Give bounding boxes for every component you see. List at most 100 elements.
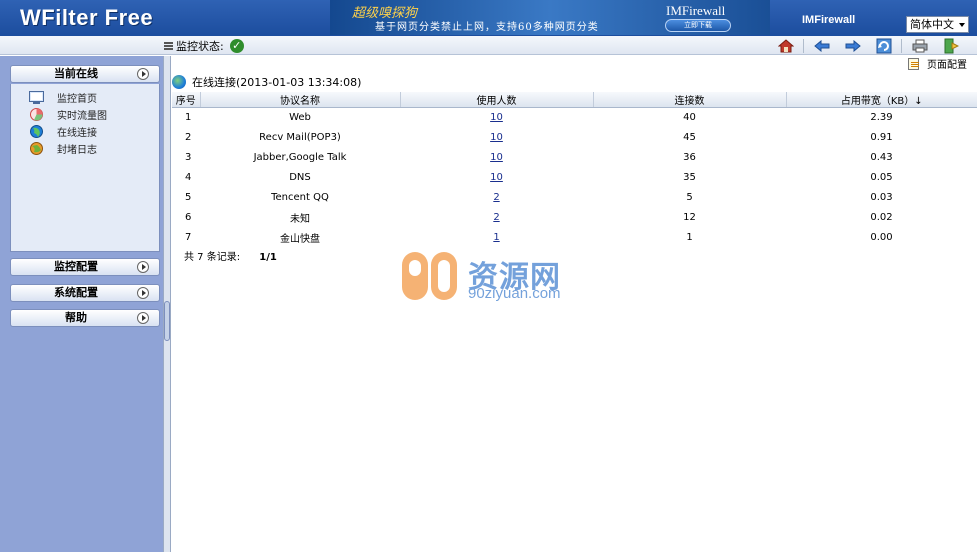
print-button[interactable] (904, 37, 935, 55)
globe-icon (172, 74, 186, 89)
note-icon (908, 57, 919, 70)
sidebar-item-label: 实时流量图 (57, 111, 107, 122)
users-link[interactable]: 10 (490, 112, 503, 123)
page-config-label: 页面配置 (927, 60, 967, 71)
connection-title-text: 在线连接(2013-01-03 13:34:08) (192, 75, 362, 89)
sidebar-header-monitor-config[interactable]: 监控配置 (10, 258, 160, 276)
cell-users: 2 (400, 188, 593, 208)
users-link[interactable]: 2 (493, 192, 499, 203)
column-header-connections[interactable]: 连接数 (593, 92, 787, 108)
back-button[interactable] (806, 37, 837, 55)
cell-users: 10 (400, 108, 593, 128)
cell-users: 10 (400, 148, 593, 168)
app-logo: WFilter Free (20, 5, 154, 30)
users-link[interactable]: 10 (490, 172, 503, 183)
users-link[interactable]: 1 (493, 232, 499, 243)
table-row: 5 Tencent QQ 2 5 0.03 (172, 188, 977, 208)
ad-banner[interactable]: 超级嗅探狗 基于网页分类禁止上网，支持60多种网页分类 IMFirewall 立… (330, 0, 770, 35)
home-button[interactable] (770, 37, 801, 55)
sidebar-item-label: 在线连接 (57, 128, 97, 139)
expand-arrow-icon (137, 287, 149, 299)
status-label: 监控状态: (176, 39, 224, 53)
sidebar-item-label: 监控首页 (57, 94, 97, 105)
cell-bandwidth: 0.91 (870, 132, 893, 143)
sidebar-header-label: 系统配置 (54, 286, 98, 299)
exit-icon (944, 38, 959, 53)
cell-users: 2 (400, 208, 593, 228)
column-header-users[interactable]: 使用人数 (400, 92, 594, 108)
watermark: 资源网 90ziyuan.com (398, 246, 578, 306)
app-header: WFilter Free 超级嗅探狗 基于网页分类禁止上网，支持60多种网页分类… (0, 0, 977, 36)
toolbar-divider (803, 38, 804, 53)
table-row: 7 金山快盘 1 1 0.00 (172, 228, 977, 248)
cell-bandwidth: 0.03 (870, 192, 893, 203)
pie-chart-icon (30, 108, 43, 121)
monitor-icon (29, 91, 44, 104)
toolbar-icons (770, 36, 966, 55)
sidebar-header-current-online[interactable]: 当前在线 (10, 65, 160, 83)
connections-table: 序号 协议名称 使用人数 连接数 占用带宽（KB）↓ 1 Web 10 40 2.39 2… (172, 92, 977, 248)
language-select[interactable]: 简体中文 (906, 16, 969, 33)
current-online-panel: 监控首页 实时流量图 在线连接 封堵日志 (10, 84, 160, 252)
table-row: 1 Web 10 40 2.39 (172, 108, 977, 128)
record-count-label: 共 7 条记录: (184, 252, 241, 263)
chevron-down-icon (959, 23, 965, 27)
expand-arrow-icon (137, 312, 149, 324)
back-arrow-icon (813, 39, 829, 52)
language-value: 简体中文 (910, 18, 954, 31)
cell-bandwidth: 0.43 (870, 152, 893, 163)
expand-arrow-icon (137, 68, 149, 80)
cell-protocol: Tencent QQ (271, 192, 329, 203)
sidebar-item-online-connections[interactable]: 在线连接 (29, 124, 97, 139)
banner-download-button[interactable]: 立即下载 (665, 19, 731, 32)
sidebar-item-label: 封堵日志 (57, 145, 97, 156)
globe-icon (30, 125, 43, 138)
watermark-url: 90ziyuan.com (468, 285, 561, 302)
users-link[interactable]: 10 (490, 152, 503, 163)
cell-index: 7 (185, 232, 192, 243)
table-row: 3 Jabber,Google Talk 10 36 0.43 (172, 148, 977, 168)
page-config-link[interactable]: 页面配置 (908, 56, 967, 71)
banner-brand: IMFirewall (666, 3, 726, 18)
cell-index: 2 (185, 132, 192, 143)
column-header-index[interactable]: 序号 (172, 92, 201, 108)
users-link[interactable]: 10 (490, 132, 503, 143)
list-icon (164, 41, 173, 50)
cell-protocol: 未知 (290, 214, 310, 225)
cell-connections: 40 (683, 112, 696, 124)
cell-protocol: Web (289, 112, 311, 124)
brand-label: IMFirewall (802, 14, 856, 26)
exit-button[interactable] (935, 37, 966, 55)
cell-index: 1 (185, 112, 192, 124)
cell-connections: 12 (683, 212, 696, 223)
cell-users: 1 (400, 228, 593, 248)
cell-connections: 45 (683, 132, 696, 143)
monitor-status: 监控状态: ✓ (164, 38, 244, 53)
toolbar: 监控状态: ✓ (0, 36, 977, 55)
column-header-bandwidth[interactable]: 占用带宽（KB）↓ (786, 92, 977, 108)
home-icon (777, 38, 794, 52)
table-header-row: 序号 协议名称 使用人数 连接数 占用带宽（KB）↓ (172, 92, 977, 108)
sidebar-splitter[interactable] (163, 56, 171, 552)
table-row: 2 Recv Mail(POP3) 10 45 0.91 (172, 128, 977, 148)
splitter-grip[interactable] (164, 301, 170, 341)
refresh-button[interactable] (868, 37, 899, 55)
forward-button[interactable] (837, 37, 868, 55)
cell-protocol: DNS (289, 172, 311, 183)
table-row: 6 未知 2 12 0.02 (172, 208, 977, 228)
sidebar-item-monitor-home[interactable]: 监控首页 (29, 90, 97, 105)
block-log-icon (30, 142, 43, 155)
users-link[interactable]: 2 (493, 212, 499, 223)
forward-arrow-icon (845, 39, 861, 52)
sidebar-header-label: 监控配置 (54, 260, 98, 273)
sidebar-item-block-log[interactable]: 封堵日志 (29, 141, 97, 156)
sidebar-header-system-config[interactable]: 系统配置 (10, 284, 160, 302)
sidebar-header-help[interactable]: 帮助 (10, 309, 160, 327)
table-footer: 共 7 条记录: 1/1 (184, 248, 277, 263)
refresh-icon (876, 38, 891, 53)
cell-bandwidth: 0.00 (870, 232, 893, 243)
sidebar-item-traffic-chart[interactable]: 实时流量图 (29, 107, 107, 122)
column-header-protocol[interactable]: 协议名称 (200, 92, 401, 108)
check-icon: ✓ (229, 38, 244, 53)
cell-users: 10 (400, 168, 593, 188)
